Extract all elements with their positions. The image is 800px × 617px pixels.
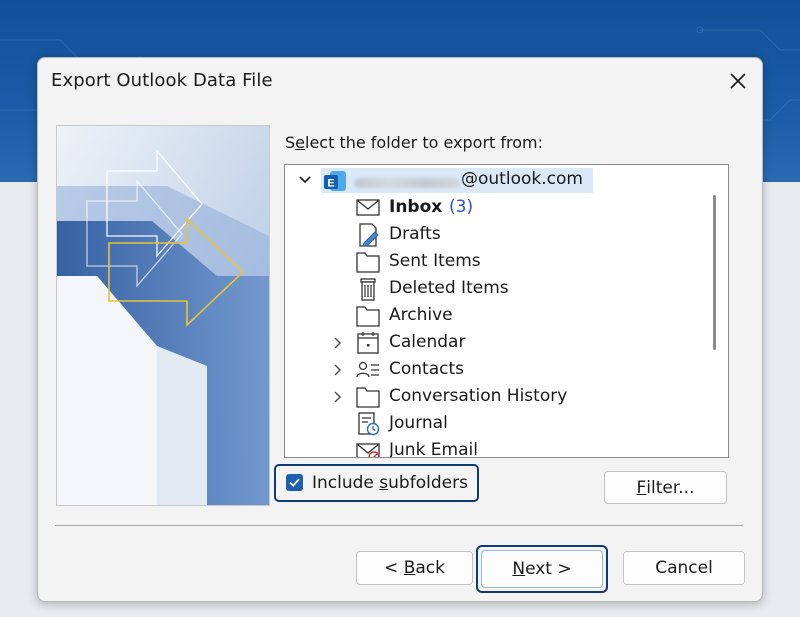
- include-subfolders-label: Include subfolders: [312, 473, 468, 493]
- folder-tree[interactable]: E @outlook.com Inbox (3) Drafts Sent Ite…: [284, 164, 729, 458]
- prompt-text-end: lect the folder to export from:: [305, 133, 544, 152]
- sent-items-label: Sent Items: [389, 251, 481, 271]
- svg-text:E: E: [327, 178, 334, 190]
- next-button[interactable]: Next >: [481, 550, 603, 588]
- tree-item-inbox[interactable]: Inbox (3): [285, 195, 705, 221]
- back-button[interactable]: < Back: [356, 551, 473, 585]
- title-bar: Export Outlook Data File: [38, 58, 762, 104]
- include-subfolders-checkbox[interactable]: Include subfolders: [274, 464, 479, 502]
- tree-account-row[interactable]: E @outlook.com: [285, 167, 705, 193]
- calendar-icon: [355, 330, 381, 356]
- calendar-label: Calendar: [389, 332, 466, 352]
- folder-icon: [355, 303, 381, 329]
- junk-mail-icon: [355, 438, 381, 457]
- mail-envelope-icon: [355, 195, 381, 221]
- tree-item-junk-email[interactable]: Junk Email: [285, 438, 705, 458]
- exchange-icon: E: [322, 168, 348, 194]
- checkmark-icon: [289, 478, 300, 487]
- drafts-label: Drafts: [389, 224, 441, 244]
- expand-chevron-icon[interactable]: [329, 362, 345, 378]
- contacts-label: Contacts: [389, 359, 464, 379]
- contacts-icon: [355, 357, 381, 383]
- include-text-start: Include: [312, 473, 380, 493]
- tree-item-archive[interactable]: Archive: [285, 303, 705, 329]
- filter-mnemonic: F: [636, 477, 647, 498]
- export-dialog: Export Outlook Data File Select the fold…: [37, 57, 763, 602]
- dialog-title: Export Outlook Data File: [51, 70, 273, 91]
- cancel-button[interactable]: Cancel: [623, 551, 745, 585]
- account-name-redacted: [354, 178, 460, 188]
- tree-item-sent-items[interactable]: Sent Items: [285, 249, 705, 275]
- inbox-label: Inbox: [389, 197, 443, 217]
- folder-icon: [355, 249, 381, 275]
- archive-label: Archive: [389, 305, 453, 325]
- expand-chevron-icon[interactable]: [329, 335, 345, 351]
- expand-chevron-icon[interactable]: [329, 389, 345, 405]
- include-text-end: ubfolders: [388, 473, 468, 493]
- tree-item-calendar[interactable]: Calendar: [285, 330, 705, 356]
- tree-item-journal[interactable]: Journal: [285, 411, 705, 437]
- tree-item-deleted-items[interactable]: Deleted Items: [285, 276, 705, 302]
- drafts-pencil-icon: [355, 222, 381, 248]
- export-arrows-illustration: [57, 126, 269, 505]
- tree-item-drafts[interactable]: Drafts: [285, 222, 705, 248]
- tree-item-contacts[interactable]: Contacts: [285, 357, 705, 383]
- trash-bin-icon: [355, 276, 381, 302]
- tree-item-conversation-history[interactable]: Conversation History: [285, 384, 705, 410]
- conversation-history-label: Conversation History: [389, 386, 568, 406]
- wizard-graphic: [56, 125, 270, 506]
- prompt-text-start: S: [285, 133, 296, 152]
- prompt-mnemonic: e: [295, 133, 305, 152]
- select-folder-label: Select the folder to export from:: [285, 133, 543, 152]
- collapse-chevron-icon[interactable]: [297, 172, 313, 188]
- close-button[interactable]: [722, 66, 754, 96]
- next-mnemonic: N: [512, 559, 526, 579]
- tree-scrollbar-thumb[interactable]: [713, 195, 716, 350]
- filter-text: ilter...: [646, 477, 695, 498]
- deleted-items-label: Deleted Items: [389, 278, 509, 298]
- back-mnemonic: B: [403, 558, 416, 578]
- include-mnemonic: s: [379, 473, 389, 493]
- filter-button[interactable]: Filter...: [604, 471, 727, 504]
- back-text-start: <: [384, 558, 404, 578]
- next-text: ext >: [525, 559, 572, 579]
- journal-label: Journal: [389, 413, 448, 433]
- folder-icon: [355, 384, 381, 410]
- account-email-label: @outlook.com: [461, 169, 583, 189]
- checkbox-checked-box[interactable]: [286, 474, 303, 491]
- journal-icon: [355, 411, 381, 437]
- cancel-text: Cancel: [655, 558, 713, 578]
- close-icon: [730, 73, 746, 89]
- back-text-end: ack: [415, 558, 445, 578]
- separator-line: [55, 525, 743, 526]
- inbox-unread-count: (3): [449, 197, 474, 217]
- junk-email-label: Junk Email: [389, 440, 478, 458]
